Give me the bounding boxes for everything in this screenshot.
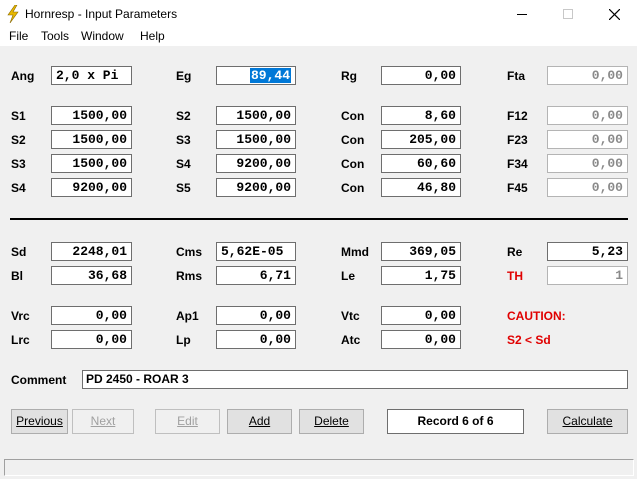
con1-field[interactable]: 8,60 [381, 106, 461, 125]
calculate-button[interactable]: Calculate [547, 409, 628, 434]
cms-label: Cms [176, 245, 203, 259]
f45-label: F45 [507, 181, 528, 195]
menu-file[interactable]: File [9, 29, 28, 43]
le-label: Le [341, 269, 356, 283]
maximize-icon [563, 9, 573, 19]
re-field[interactable]: 5,23 [547, 242, 628, 261]
section-divider [10, 218, 628, 220]
con3-field[interactable]: 60,60 [381, 154, 461, 173]
fta-field: 0,00 [547, 66, 628, 85]
con4-field[interactable]: 46,80 [381, 178, 461, 197]
rms-field[interactable]: 6,71 [216, 266, 296, 285]
f34-label: F34 [507, 157, 528, 171]
f12-label: F12 [507, 109, 528, 123]
le-field[interactable]: 1,75 [381, 266, 461, 285]
th-field: 1 [547, 266, 628, 285]
s4b-label: S4 [11, 181, 26, 195]
f12-field: 0,00 [547, 106, 628, 125]
atc-label: Atc [341, 333, 361, 347]
caution-message: S2 < Sd [507, 333, 551, 347]
th-label: TH [507, 269, 523, 283]
caution-label: CAUTION: [507, 309, 566, 323]
lp-label: Lp [176, 333, 191, 347]
con4-label: Con [341, 181, 365, 195]
ang-field[interactable]: 2,0 x Pi [51, 66, 132, 85]
minimize-icon [517, 14, 527, 15]
f45-field: 0,00 [547, 178, 628, 197]
atc-field[interactable]: 0,00 [381, 330, 461, 349]
eg-label: Eg [176, 69, 192, 83]
close-icon [608, 8, 620, 20]
menu-help[interactable]: Help [140, 29, 165, 43]
menu-window[interactable]: Window [81, 29, 124, 43]
s3b-label: S3 [11, 157, 26, 171]
menu-bar: File Tools Window Help [0, 28, 637, 46]
edit-button: Edit [155, 409, 220, 434]
ap1-field[interactable]: 0,00 [216, 306, 296, 325]
comment-label: Comment [11, 373, 67, 387]
con1-label: Con [341, 109, 365, 123]
vrc-field[interactable]: 0,00 [51, 306, 132, 325]
s3-field[interactable]: 1500,00 [216, 130, 296, 149]
f34-field: 0,00 [547, 154, 628, 173]
re-label: Re [507, 245, 523, 259]
mmd-label: Mmd [341, 245, 369, 259]
rg-label: Rg [341, 69, 357, 83]
con2-field[interactable]: 205,00 [381, 130, 461, 149]
s2-label: S2 [176, 109, 191, 123]
f23-field: 0,00 [547, 130, 628, 149]
title-bar: Hornresp - Input Parameters [0, 0, 637, 28]
s5-field[interactable]: 9200,00 [216, 178, 296, 197]
close-button[interactable] [591, 0, 637, 28]
eg-field[interactable]: 89,44 [216, 66, 296, 85]
bl-label: Bl [11, 269, 23, 283]
maximize-button [545, 0, 591, 28]
status-panel [4, 459, 634, 476]
lrc-field[interactable]: 0,00 [51, 330, 132, 349]
menu-tools[interactable]: Tools [41, 29, 69, 43]
mmd-field[interactable]: 369,05 [381, 242, 461, 261]
sd-field[interactable]: 2248,01 [51, 242, 132, 261]
lightning-icon [7, 5, 19, 23]
bl-field[interactable]: 36,68 [51, 266, 132, 285]
sd-label: Sd [11, 245, 27, 259]
s2b-field[interactable]: 1500,00 [51, 130, 132, 149]
s1-label: S1 [11, 109, 26, 123]
previous-button[interactable]: Previous [11, 409, 68, 434]
s1-field[interactable]: 1500,00 [51, 106, 132, 125]
record-counter: Record 6 of 6 [387, 409, 524, 434]
s4b-field[interactable]: 9200,00 [51, 178, 132, 197]
comment-field[interactable]: PD 2450 - ROAR 3 [82, 370, 628, 389]
rms-label: Rms [176, 269, 203, 283]
eg-value: 89,44 [249, 68, 291, 83]
lrc-label: Lrc [11, 333, 30, 347]
rg-field[interactable]: 0,00 [381, 66, 461, 85]
ap1-label: Ap1 [176, 309, 199, 323]
next-button: Next [72, 409, 134, 434]
s3-label: S3 [176, 133, 191, 147]
window-title: Hornresp - Input Parameters [25, 7, 178, 21]
cms-field[interactable]: 5,62E-05 [216, 242, 296, 261]
s4-label: S4 [176, 157, 191, 171]
f23-label: F23 [507, 133, 528, 147]
s2b-label: S2 [11, 133, 26, 147]
vtc-field[interactable]: 0,00 [381, 306, 461, 325]
delete-button[interactable]: Delete [299, 409, 364, 434]
minimize-button[interactable] [499, 0, 545, 28]
ang-label: Ang [11, 69, 35, 83]
vtc-label: Vtc [341, 309, 360, 323]
s2-field[interactable]: 1500,00 [216, 106, 296, 125]
fta-label: Fta [507, 69, 525, 83]
s4-field[interactable]: 9200,00 [216, 154, 296, 173]
con2-label: Con [341, 133, 365, 147]
lp-field[interactable]: 0,00 [216, 330, 296, 349]
vrc-label: Vrc [11, 309, 30, 323]
con3-label: Con [341, 157, 365, 171]
status-bar [0, 456, 637, 479]
s3b-field[interactable]: 1500,00 [51, 154, 132, 173]
s5-label: S5 [176, 181, 191, 195]
add-button[interactable]: Add [227, 409, 292, 434]
